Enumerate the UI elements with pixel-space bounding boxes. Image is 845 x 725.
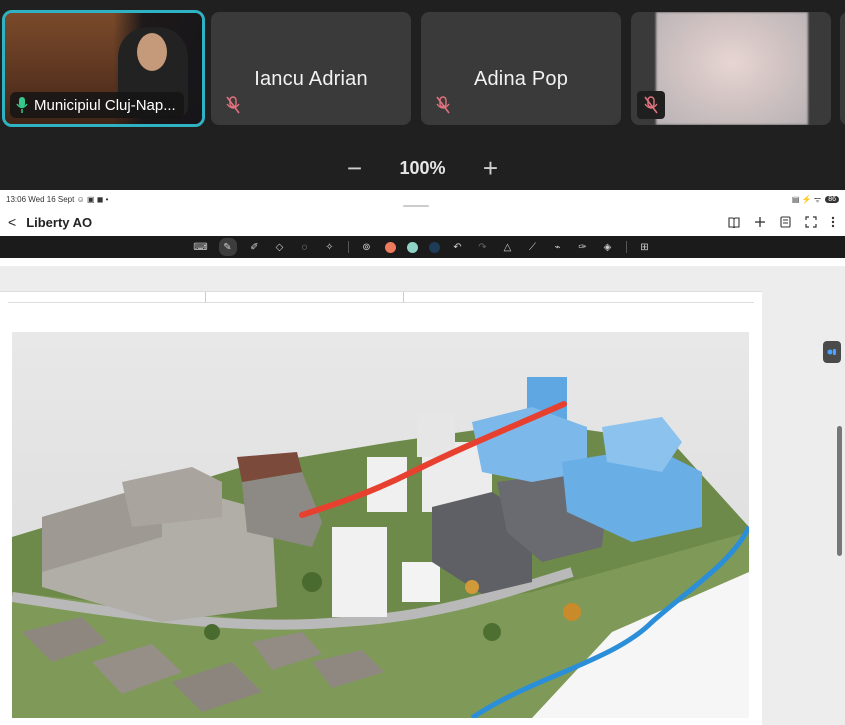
participant-name-pill: Municipiul Cluj-Nap... (10, 92, 184, 118)
participant-tile-partial[interactable] (840, 12, 845, 125)
microphone-icon (16, 97, 28, 113)
status-time: 13:06 Wed 16 Sept ☺ ▣ ◼ • (6, 194, 109, 204)
shape-icon[interactable]: △ (501, 240, 515, 254)
toolbar-divider (347, 241, 349, 253)
participant-name: Adina Pop (473, 68, 569, 90)
eraser-icon[interactable]: ◇ (273, 240, 287, 254)
color-swatch-navy[interactable] (428, 241, 440, 253)
grid-icon[interactable]: ⊞ (638, 240, 652, 254)
zoom-out-button[interactable]: − (343, 153, 365, 184)
mic-muted-icon (637, 91, 665, 119)
pen-settings-icon[interactable]: ⊚ (360, 240, 374, 254)
participant-tile[interactable]: Adina Pop (421, 12, 621, 125)
book-icon[interactable] (728, 216, 740, 228)
zoom-in-button[interactable]: + (480, 153, 502, 184)
participant-tile[interactable]: Iancu Adrian (211, 12, 411, 125)
mic-muted-icon (431, 93, 455, 117)
drawing-toolbar: ⌨ ✎ ✐ ◇ ◌ ✧ ⊚ ↶ ↷ △ ⟋ ⌁ ✑ ◈ ⊞ (0, 236, 845, 258)
note-title-bar: < Liberty AO (0, 208, 845, 236)
more-icon[interactable] (831, 216, 835, 228)
lasso-icon[interactable]: ◌ (298, 240, 312, 254)
highlighter-icon[interactable]: ✐ (248, 240, 262, 254)
sparkle-icon[interactable]: ✧ (323, 240, 337, 254)
page-margin-mark (403, 292, 404, 302)
toolbar-divider (625, 241, 627, 253)
participant-video-blurred (656, 12, 808, 125)
mic-muted-icon (221, 93, 245, 117)
back-icon[interactable]: < (8, 214, 16, 230)
page-margin-mark (205, 292, 206, 302)
ruler-icon[interactable]: ⟋ (526, 240, 540, 254)
document-title: Liberty AO (26, 214, 93, 230)
participant-face (137, 33, 167, 71)
status-icons: ▤ ⚡ ᯤ 86 (792, 194, 839, 205)
undo-icon[interactable]: ↶ (451, 240, 465, 254)
keyboard-icon[interactable]: ⌨ (193, 240, 207, 254)
assistant-icon (827, 349, 836, 355)
page-divider (8, 302, 754, 303)
zoom-level: 100% (399, 157, 446, 178)
redo-icon[interactable]: ↷ (476, 240, 490, 254)
status-signal: ▤ ⚡ ᯤ (791, 194, 822, 204)
participant-tile-active[interactable]: Municipiul Cluj-Nap... (2, 10, 205, 127)
zoom-control: − 100% + (0, 150, 845, 186)
plus-icon[interactable] (754, 216, 766, 228)
color-swatch-coral[interactable] (384, 241, 396, 253)
participant-tile[interactable] (631, 12, 831, 125)
marker-icon[interactable]: ⌁ (551, 240, 565, 254)
fullscreen-icon[interactable] (805, 216, 817, 228)
document-icon[interactable] (780, 216, 791, 228)
pen-icon[interactable]: ✎ (218, 238, 237, 256)
participant-name: Iancu Adrian (254, 68, 368, 90)
drag-handle[interactable] (403, 205, 429, 207)
participant-name: Municipiul Cluj-Nap... (34, 96, 176, 114)
brush-icon[interactable]: ✑ (576, 240, 590, 254)
color-swatch-mint[interactable] (406, 241, 418, 253)
side-panel-button[interactable] (823, 341, 841, 363)
shared-screen[interactable]: 13:06 Wed 16 Sept ☺ ▣ ◼ • ▤ ⚡ ᯤ 86 < Lib… (0, 190, 845, 725)
note-page (0, 291, 762, 725)
meeting-window: Municipiul Cluj-Nap... Iancu Adrian Adin… (0, 0, 845, 725)
note-canvas[interactable] (0, 266, 845, 725)
vertical-scrollbar[interactable] (837, 426, 842, 556)
fill-icon[interactable]: ◈ (601, 240, 615, 254)
battery-indicator: 86 (825, 195, 839, 203)
architectural-rendering-image (12, 332, 749, 718)
